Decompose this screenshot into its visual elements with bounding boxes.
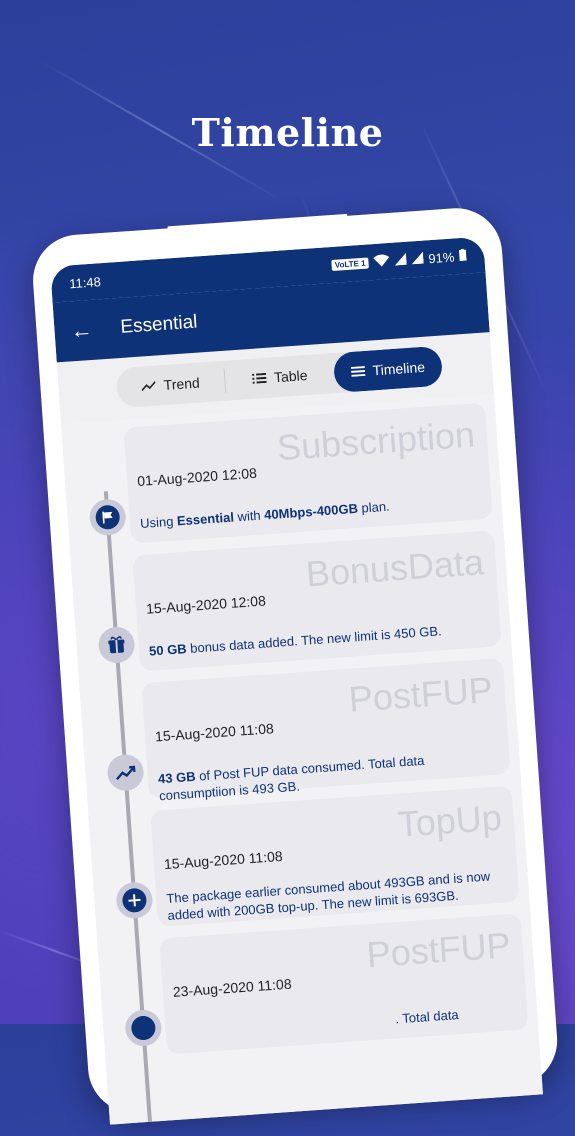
battery-icon: [458, 248, 467, 263]
entry-message: . Total data: [394, 1007, 460, 1027]
battery-level: 91%: [427, 248, 455, 266]
entry-date: 01-Aug-2020 12:08: [136, 464, 258, 490]
entry-type-label: PostFUP: [365, 924, 512, 976]
flag-icon: [88, 498, 127, 537]
tab-trend[interactable]: Trend: [115, 361, 226, 408]
timeline-list: Subscription 01-Aug-2020 12:08 Using Ess…: [61, 394, 543, 1125]
entry-date: 15-Aug-2020 11:08: [163, 847, 284, 873]
app-bar-title: Essential: [119, 311, 199, 338]
entry-message: Using Essential with 40Mbps-400GB plan.: [139, 498, 391, 531]
entry-type-label: BonusData: [304, 541, 486, 595]
phone-frame: 11:48 VoLTE 1 91% ← Essential Trend Tabl…: [30, 205, 561, 1125]
timeline-card[interactable]: TopUp 15-Aug-2020 11:08 The package earl…: [150, 785, 520, 927]
phone-mockup: 11:48 VoLTE 1 91% ← Essential Trend Tabl…: [30, 199, 575, 1136]
menu-icon: [350, 365, 366, 377]
timeline-card[interactable]: PostFUP 23-Aug-2020 11:08 . Total data: [159, 913, 529, 1055]
tab-timeline-label: Timeline: [372, 358, 426, 379]
entry-date: 23-Aug-2020 11:08: [172, 975, 293, 1000]
trending-up-icon: [106, 753, 145, 792]
wifi-icon: [373, 254, 390, 270]
gift-icon: [97, 625, 136, 665]
tab-trend-label: Trend: [163, 374, 201, 394]
entry-message: 50 GB bonus data added. The new limit is…: [148, 623, 443, 659]
view-switcher: Trend Table Timeline: [115, 345, 444, 409]
entry-type-label: PostFUP: [347, 668, 495, 720]
entry-type-label: TopUp: [396, 796, 503, 845]
entry-date: 15-Aug-2020 11:08: [154, 720, 275, 745]
signal-icon-2: [411, 251, 424, 267]
plus-circle-icon: [115, 881, 154, 920]
trend-icon: [141, 381, 157, 392]
entry-type-label: Subscription: [275, 413, 477, 469]
entry-message: The package earlier consumed about 493GB…: [165, 868, 491, 924]
list-icon: [251, 372, 267, 384]
entry-date: 15-Aug-2020 12:08: [145, 592, 267, 617]
tab-table-label: Table: [273, 366, 309, 386]
tab-table[interactable]: Table: [224, 353, 335, 400]
timeline-card[interactable]: PostFUP 15-Aug-2020 11:08 43 GB of Post …: [141, 658, 511, 803]
tab-timeline[interactable]: Timeline: [332, 345, 444, 394]
signal-icon: [394, 252, 407, 268]
volte-badge: VoLTE 1: [331, 256, 369, 271]
back-arrow-icon[interactable]: ←: [70, 317, 94, 344]
phone-screen: 11:48 VoLTE 1 91% ← Essential Trend Tabl…: [50, 236, 543, 1125]
timeline-card[interactable]: Subscription 01-Aug-2020 12:08 Using Ess…: [123, 402, 493, 544]
timeline-card[interactable]: BonusData 15-Aug-2020 12:08 50 GB bonus …: [132, 530, 502, 672]
status-time: 11:48: [68, 273, 102, 291]
timeline-node-icon: [124, 1008, 163, 1048]
page-headline: Timeline: [191, 110, 384, 155]
